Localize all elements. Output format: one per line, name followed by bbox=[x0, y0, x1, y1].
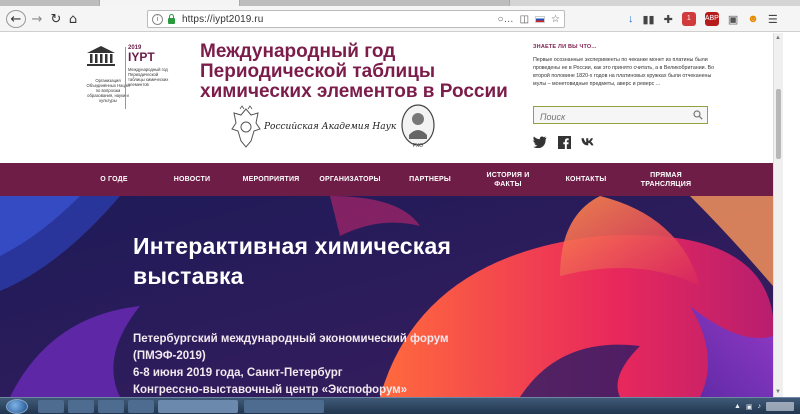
hero-title-line: выставка bbox=[133, 263, 244, 289]
nav-item-about[interactable]: О ГОДЕ bbox=[82, 163, 146, 196]
hero-title: Интерактивная химическая выставка bbox=[133, 231, 513, 291]
volume-icon[interactable]: ♪ bbox=[758, 403, 762, 410]
site-title-line: Международный год bbox=[200, 41, 396, 62]
url-text[interactable]: https://iypt2019.ru bbox=[182, 14, 263, 25]
network-icon[interactable]: ▣ bbox=[746, 403, 753, 411]
scroll-down-icon[interactable]: ▼ bbox=[775, 389, 781, 395]
taskbar-item[interactable] bbox=[68, 400, 94, 413]
search-box bbox=[533, 106, 708, 125]
search-input[interactable] bbox=[534, 109, 684, 125]
reload-icon[interactable]: ↻ bbox=[49, 10, 63, 28]
facebook-icon[interactable] bbox=[557, 135, 571, 149]
info-icon[interactable]: i bbox=[152, 13, 163, 25]
iypt-logo[interactable]: 2019 IYPT Международный год Периодическо… bbox=[128, 45, 174, 115]
addon-icon[interactable]: ▣ bbox=[728, 13, 738, 26]
taskbar-item[interactable] bbox=[244, 400, 324, 413]
social-links bbox=[533, 135, 595, 149]
hero-title-line: Интерактивная химическая bbox=[133, 233, 452, 259]
logo-divider bbox=[125, 47, 126, 109]
unesco-temple-icon bbox=[87, 46, 115, 66]
taskbar-item[interactable] bbox=[98, 400, 124, 413]
menu-icon[interactable]: ☰ bbox=[768, 13, 778, 26]
lock-icon bbox=[168, 13, 175, 24]
nav-item-events[interactable]: МЕРОПРИЯТИЯ bbox=[236, 163, 306, 196]
nav-item-contacts[interactable]: КОНТАКТЫ bbox=[554, 163, 618, 196]
hero-line-1: Петербургский международный экономически… bbox=[133, 333, 449, 345]
site-header: Организация Объединённых Наций по вопрос… bbox=[0, 33, 773, 163]
download-icon[interactable]: ↓ bbox=[628, 13, 634, 25]
did-you-know-block: ЗНАЕТЕ ЛИ ВЫ ЧТО... Первые осознанные эк… bbox=[533, 44, 718, 88]
site-title-line: Периодической таблицы bbox=[200, 61, 436, 82]
iypt-text: Международный год Периодической таблицы … bbox=[128, 67, 169, 87]
eyedropper-icon[interactable]: ✚ bbox=[664, 13, 673, 26]
site-title[interactable]: Международный год Периодической таблицы … bbox=[200, 42, 520, 102]
home-icon[interactable]: ⌂ bbox=[66, 10, 80, 28]
academy-logo[interactable]: Российская Академия Наук bbox=[264, 122, 396, 138]
rho-logo[interactable]: РХО bbox=[399, 103, 437, 151]
taskbar-item[interactable] bbox=[38, 400, 64, 413]
page-scrollbar[interactable]: ▲ ▼ bbox=[773, 33, 783, 397]
page-viewport: Организация Объединённых Наций по вопрос… bbox=[0, 33, 800, 397]
twitter-icon[interactable] bbox=[533, 135, 547, 149]
face-icon[interactable]: ☻ bbox=[747, 13, 759, 25]
nav-item-partners[interactable]: ПАРТНЕРЫ bbox=[398, 163, 462, 196]
abp-icon[interactable]: ABP bbox=[704, 12, 719, 26]
rho-text: РХО bbox=[413, 143, 423, 149]
os-taskbar: ▲ ▣ ♪ bbox=[0, 397, 800, 414]
nav-item-live[interactable]: ПРЯМАЯ ТРАНСЛЯЦИЯ bbox=[632, 163, 700, 196]
address-bar[interactable]: i https://iypt2019.ru ○… ◫ ☆ bbox=[147, 10, 565, 28]
start-button[interactable] bbox=[6, 399, 28, 414]
hero-line-4: Конгрессно-выставочный центр «Экспофорум… bbox=[133, 384, 408, 396]
hero-banner[interactable]: Интерактивная химическая выставка Петерб… bbox=[0, 196, 773, 397]
scroll-up-icon[interactable]: ▲ bbox=[775, 35, 781, 41]
flag-ru-icon[interactable] bbox=[535, 15, 546, 23]
reader-icon[interactable]: ○… bbox=[498, 14, 514, 25]
library-icon[interactable]: ▮▮ bbox=[643, 13, 655, 26]
vk-icon[interactable] bbox=[581, 135, 595, 149]
hero-background bbox=[0, 196, 773, 397]
nav-item-news[interactable]: НОВОСТИ bbox=[160, 163, 224, 196]
russia-emblem-icon[interactable] bbox=[229, 105, 263, 151]
back-icon[interactable]: ← bbox=[6, 10, 26, 28]
nav-item-history[interactable]: ИСТОРИЯ И ФАКТЫ bbox=[476, 163, 540, 196]
scroll-thumb[interactable] bbox=[776, 89, 781, 159]
pocket-icon[interactable]: ◫ bbox=[520, 14, 529, 25]
did-you-know-text[interactable]: Первые осознанные эксперименты по чеканк… bbox=[533, 56, 718, 88]
taskbar-item-active[interactable] bbox=[158, 400, 238, 413]
clock[interactable] bbox=[766, 402, 794, 411]
tray-icon[interactable]: ▲ bbox=[734, 403, 741, 410]
nav-item-organizers[interactable]: ОРГАНИЗАТОРЫ bbox=[314, 163, 386, 196]
browser-right-tools: ↓ ▮▮ ✚ 1 ABP ▣ ☻ ☰ bbox=[628, 10, 778, 28]
hero-line-3: 6-8 июня 2019 года, Санкт-Петербург bbox=[133, 367, 343, 379]
star-icon[interactable]: ☆ bbox=[551, 14, 560, 25]
main-nav: О ГОДЕ НОВОСТИ МЕРОПРИЯТИЯ ОРГАНИЗАТОРЫ … bbox=[0, 163, 773, 196]
taskbar-item[interactable] bbox=[128, 400, 154, 413]
browser-toolbar: ← → ↻ ⌂ i https://iypt2019.ru ○… ◫ ☆ ↓ ▮… bbox=[0, 6, 800, 32]
system-tray: ▲ ▣ ♪ bbox=[734, 400, 794, 413]
search-icon[interactable] bbox=[693, 110, 703, 120]
site-title-line: химических элементов в России bbox=[200, 81, 508, 102]
forward-icon[interactable]: → bbox=[30, 10, 44, 28]
extension-icon[interactable]: 1 bbox=[681, 12, 696, 26]
did-you-know-heading: ЗНАЕТЕ ЛИ ВЫ ЧТО... bbox=[533, 44, 597, 50]
iypt-logo-text: IYPT bbox=[128, 50, 155, 64]
hero-line-2: (ПМЭФ-2019) bbox=[133, 350, 206, 362]
